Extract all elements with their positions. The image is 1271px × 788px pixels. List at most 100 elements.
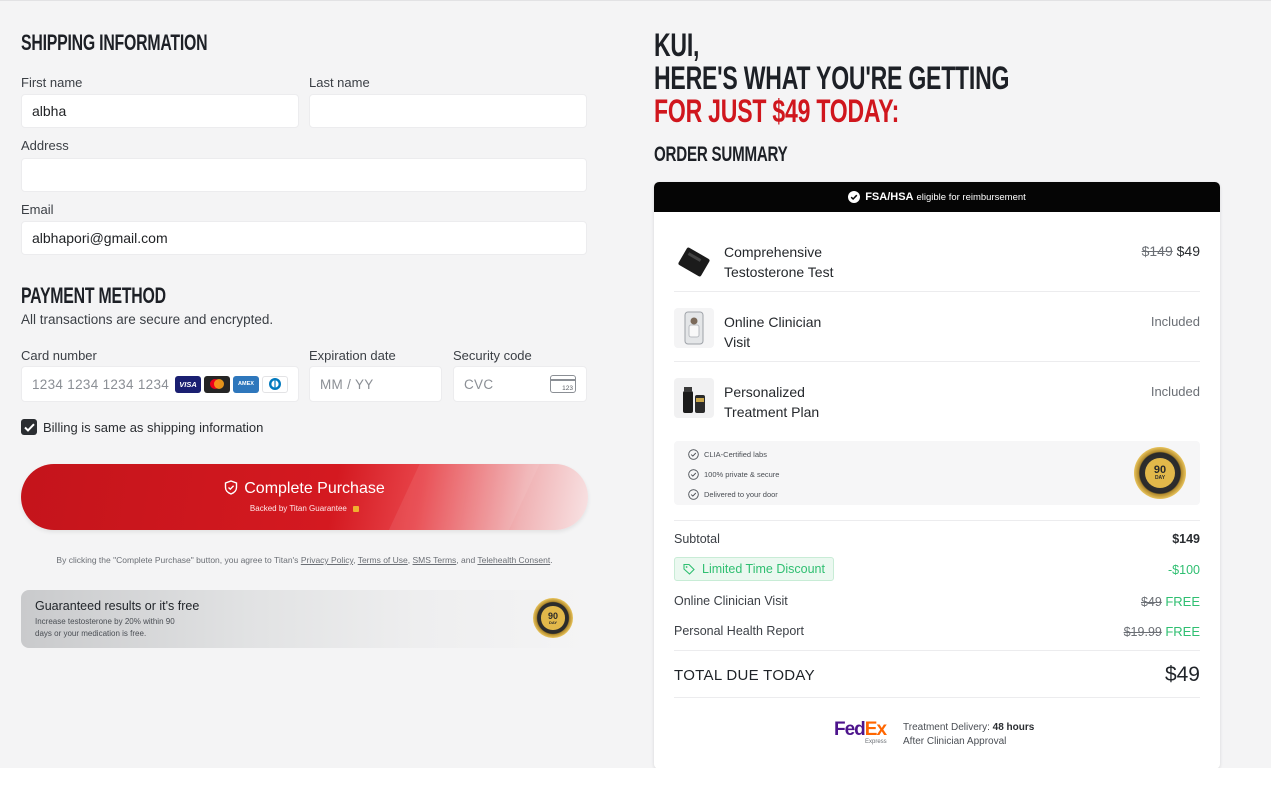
order-item: Personalized Treatment Plan Included xyxy=(674,362,1200,432)
guarantee-text-line1: Increase testosterone by 20% within 90 xyxy=(35,617,175,626)
item-name-line1: Comprehensive xyxy=(724,244,823,260)
feature-text: 100% private & secure xyxy=(704,470,780,479)
headline-line3: FOR JUST $49 TODAY: xyxy=(654,93,900,129)
fsa-banner: FSA/HSA eligible for reimbursement xyxy=(654,182,1220,212)
item-name-line2: Testosterone Test xyxy=(724,264,834,280)
shield-check-icon xyxy=(225,480,238,495)
delivery-value: 48 hours xyxy=(992,722,1035,733)
delivery-note: After Clinician Approval xyxy=(903,736,1007,747)
delivery-info: Treatment Delivery: 48 hours xyxy=(903,722,1034,733)
checkmark-icon xyxy=(23,423,35,432)
email-value: albhapori@gmail.com xyxy=(32,230,168,246)
address-field[interactable] xyxy=(21,158,587,192)
guarantee-badge-unit: DAY xyxy=(548,619,558,625)
clinician-phone-icon xyxy=(674,308,714,348)
lock-icon xyxy=(353,506,360,512)
card-brands: VISA AMEX xyxy=(172,375,288,393)
item-new-price: $49 xyxy=(1176,243,1200,259)
order-item: Online Clinician Visit Included xyxy=(674,292,1200,362)
guarantee-title: Guaranteed results or it's free xyxy=(35,599,200,613)
page-bottom xyxy=(0,768,1271,788)
fedex-ex: Ex xyxy=(864,719,887,740)
check-circle-icon xyxy=(848,191,861,203)
fedex-express: Express xyxy=(865,739,887,745)
security-code-field[interactable]: CVC 123 xyxy=(453,366,587,402)
feature-text: CLIA-Certified labs xyxy=(704,450,767,459)
first-name-value: albha xyxy=(32,103,67,119)
fsa-text: eligible for reimbursement xyxy=(916,191,1026,203)
order-summary-title: ORDER SUMMARY xyxy=(654,143,788,166)
item-name-line1: Personalized xyxy=(724,384,805,400)
last-name-label: Last name xyxy=(309,75,370,90)
terms-text: By clicking the "Complete Purchase" butt… xyxy=(56,555,553,565)
subtotal-label: Subtotal xyxy=(674,532,720,546)
complete-purchase-label: Complete Purchase xyxy=(244,480,385,497)
shipping-title: SHIPPING INFORMATION xyxy=(21,30,208,55)
complete-purchase-button[interactable]: Complete Purchase Backed by Titan Guaran… xyxy=(21,464,588,530)
clinician-value: $49 FREE xyxy=(1141,594,1200,609)
order-summary-card: FSA/HSA eligible for reimbursement Compr… xyxy=(654,182,1220,769)
fedex-fed: Fed xyxy=(834,719,866,740)
guarantee-badge-icon: 90 DAY xyxy=(533,598,573,638)
sms-terms-link[interactable]: SMS Terms xyxy=(413,555,457,565)
guarantee-seal-icon: 90 DAY xyxy=(1134,447,1186,499)
fsa-label: FSA/HSA xyxy=(865,191,914,203)
terms-of-use-link[interactable]: Terms of Use xyxy=(358,555,408,565)
report-value: $19.99 FREE xyxy=(1124,624,1200,639)
order-item: Comprehensive Testosterone Test $149 $49 xyxy=(674,222,1200,292)
clinician-free: FREE xyxy=(1165,594,1200,609)
cvc-card-icon: 123 xyxy=(550,375,576,393)
features-box: CLIA-Certified labs 100% private & secur… xyxy=(674,441,1200,505)
privacy-policy-link[interactable]: Privacy Policy xyxy=(301,555,353,565)
report-label: Personal Health Report xyxy=(674,624,804,638)
report-old-price: $19.99 xyxy=(1123,625,1162,639)
email-field[interactable]: albhapori@gmail.com xyxy=(21,221,587,255)
seal-unit: DAY xyxy=(1154,475,1166,481)
expiration-placeholder: MM / YY xyxy=(320,376,374,392)
feature-item: Delivered to your door xyxy=(688,489,778,500)
total-label: TOTAL DUE TODAY xyxy=(674,667,815,684)
clinician-old-price: $49 xyxy=(1140,595,1162,609)
checkout-page: SHIPPING INFORMATION First name albha La… xyxy=(0,0,1271,769)
fedex-logo: FedEx xyxy=(834,719,887,740)
item-name-line2: Visit xyxy=(724,334,751,350)
treatment-bottles-icon xyxy=(674,378,714,418)
billing-same-checkbox[interactable] xyxy=(21,419,37,435)
mastercard-icon xyxy=(204,375,230,393)
item-name-line1: Online Clinician xyxy=(724,314,822,330)
discount-value: -$100 xyxy=(1168,563,1200,577)
security-code-placeholder: CVC xyxy=(464,376,494,392)
last-name-field[interactable] xyxy=(309,94,587,128)
item-price: Included xyxy=(1150,314,1200,329)
amex-icon: AMEX xyxy=(233,375,259,393)
billing-same-label[interactable]: Billing is same as shipping information xyxy=(43,420,263,435)
card-number-label: Card number xyxy=(21,348,97,363)
first-name-label: First name xyxy=(21,75,83,90)
total-value: $49 xyxy=(1164,663,1200,686)
test-kit-icon xyxy=(674,242,714,282)
divider xyxy=(674,697,1200,698)
feature-item: 100% private & secure xyxy=(688,469,779,480)
first-name-field[interactable]: albha xyxy=(21,94,299,128)
delivery-label: Treatment Delivery: xyxy=(903,722,990,733)
terms-and: , and xyxy=(456,555,476,565)
item-old-price: $149 xyxy=(1141,243,1173,259)
discount-tag: Limited Time Discount xyxy=(674,557,834,581)
payment-subtitle: All transactions are secure and encrypte… xyxy=(21,312,274,327)
discount-label: Limited Time Discount xyxy=(702,562,825,576)
item-price: Included xyxy=(1150,384,1200,399)
tag-icon xyxy=(683,563,695,575)
security-code-label: Security code xyxy=(453,348,532,363)
telehealth-consent-link[interactable]: Telehealth Consent xyxy=(477,555,550,565)
expiration-label: Expiration date xyxy=(309,348,396,363)
report-free: FREE xyxy=(1165,624,1200,639)
divider xyxy=(674,520,1200,521)
guarantee-text-line2: days or your medication is free. xyxy=(35,629,147,638)
diners-icon xyxy=(262,375,288,393)
guarantee-banner: Guaranteed results or it's free Increase… xyxy=(21,590,588,648)
feature-item: CLIA-Certified labs xyxy=(688,449,767,460)
expiration-field[interactable]: MM / YY xyxy=(309,366,442,402)
payment-title: PAYMENT METHOD xyxy=(21,283,166,308)
guarantee-sublabel: Backed by Titan Guarantee xyxy=(249,504,347,513)
card-number-field[interactable]: 1234 1234 1234 1234 VISA AMEX xyxy=(21,366,299,402)
